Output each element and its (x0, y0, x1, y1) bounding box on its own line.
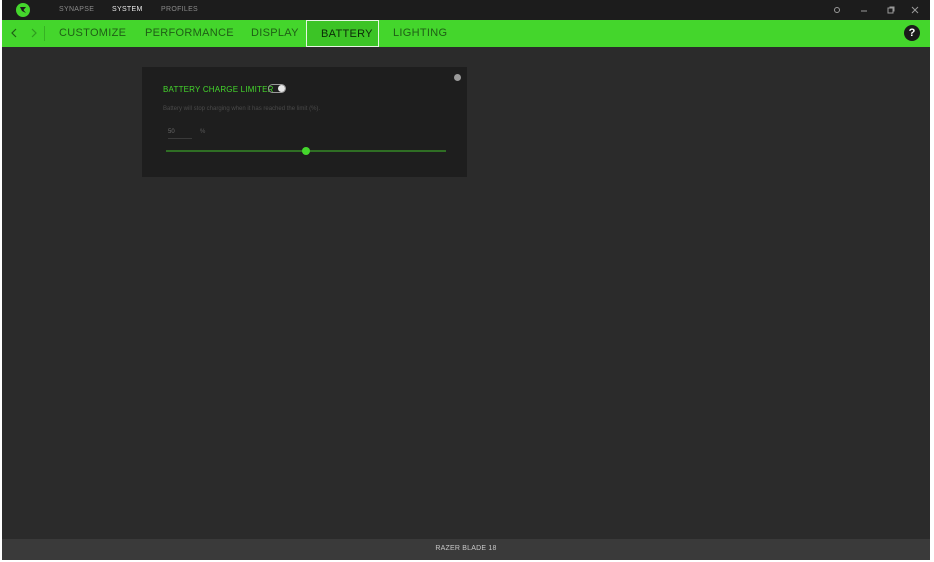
footer-bar: RAZER BLADE 18 (2, 539, 930, 560)
razer-logo-icon[interactable] (16, 3, 30, 17)
chevron-right-icon[interactable] (28, 26, 40, 40)
tab-display[interactable]: DISPLAY (237, 20, 313, 47)
slider-thumb[interactable] (302, 147, 310, 155)
tab-lighting[interactable]: LIGHTING (379, 20, 461, 47)
toggle-knob (278, 85, 285, 92)
card-description: Battery will stop charging when it has r… (163, 106, 321, 112)
tab-battery[interactable]: BATTERY (306, 20, 379, 47)
charge-limit-slider[interactable] (166, 147, 446, 155)
restore-icon[interactable] (884, 4, 898, 16)
top-tab-synapse[interactable]: SYNAPSE (59, 6, 94, 14)
top-tab-system[interactable]: SYSTEM (112, 6, 143, 14)
close-icon[interactable] (908, 4, 922, 16)
chevron-left-icon[interactable] (8, 26, 20, 40)
help-icon[interactable]: ? (904, 25, 920, 41)
info-icon[interactable] (454, 74, 461, 81)
device-name: RAZER BLADE 18 (435, 545, 497, 552)
top-tab-profiles[interactable]: PROFILES (161, 6, 198, 14)
nav-bar: CUSTOMIZE PERFORMANCE DISPLAY BATTERY LI… (2, 20, 930, 47)
minimize-icon[interactable] (857, 4, 871, 16)
charge-limiter-toggle[interactable] (268, 84, 286, 93)
title-bar: SYNAPSE SYSTEM PROFILES (2, 0, 930, 20)
card-title: BATTERY CHARGE LIMITER (163, 85, 274, 94)
gear-icon[interactable] (830, 4, 844, 16)
charge-limit-input[interactable]: 50 (168, 129, 192, 139)
battery-charge-limiter-card: BATTERY CHARGE LIMITER Battery will stop… (142, 67, 467, 177)
charge-limit-unit: % (200, 129, 206, 135)
tab-customize[interactable]: CUSTOMIZE (45, 20, 140, 47)
synapse-window: SYNAPSE SYSTEM PROFILES CUSTOMIZE PERFOR… (2, 0, 930, 560)
tab-performance[interactable]: PERFORMANCE (131, 20, 248, 47)
